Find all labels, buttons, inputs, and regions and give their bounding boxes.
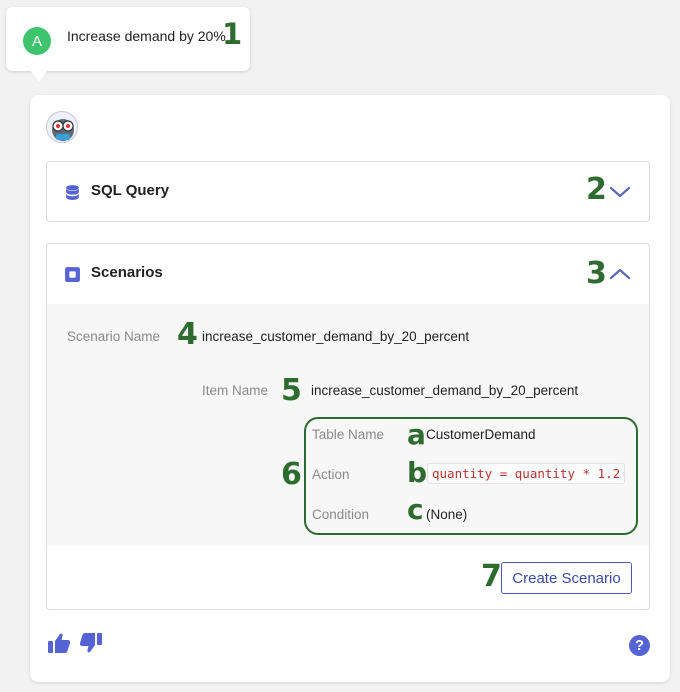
condition-label: Condition <box>312 507 370 522</box>
table-name-value: CustomerDemand <box>426 427 536 442</box>
item-name-value: increase_customer_demand_by_20_percent <box>311 383 579 398</box>
chevron-down-icon[interactable] <box>609 184 631 200</box>
scenarios-title: Scenarios <box>91 264 163 281</box>
user-avatar: A <box>23 27 51 55</box>
annotation-4: 4 <box>177 317 198 352</box>
annotation-a: a <box>407 418 426 451</box>
scenario-name-value: increase_customer_demand_by_20_percent <box>202 329 470 344</box>
table-name-label: Table Name <box>312 427 385 442</box>
scenario-icon <box>65 267 80 282</box>
action-label: Action <box>312 467 350 482</box>
help-icon[interactable]: ? <box>629 635 650 656</box>
assistant-response-card: SQL Query Scenarios Scenario Name increa… <box>30 95 670 682</box>
sql-query-panel: SQL Query <box>46 161 650 222</box>
scenarios-body: Scenario Name increase_customer_demand_b… <box>47 304 649 546</box>
annotation-b: b <box>407 456 428 489</box>
bot-avatar-icon <box>46 111 78 143</box>
annotation-c: c <box>407 493 424 526</box>
annotation-7: 7 <box>481 559 502 594</box>
sql-query-header[interactable]: SQL Query <box>47 162 649 222</box>
thumbs-down-icon[interactable] <box>79 632 103 654</box>
condition-value: (None) <box>426 507 468 522</box>
user-message-text: Increase demand by 20% <box>67 28 226 44</box>
scenarios-header[interactable]: Scenarios <box>47 244 649 304</box>
item-name-label: Item Name <box>202 383 269 398</box>
scenario-name-label: Scenario Name <box>67 329 161 344</box>
annotation-1: 1 <box>222 17 243 51</box>
annotation-5: 5 <box>281 373 302 408</box>
user-message-bubble: A Increase demand by 20% <box>6 7 250 82</box>
thumbs-up-icon[interactable] <box>47 632 71 654</box>
action-value-code: quantity = quantity * 1.2 <box>427 463 626 484</box>
annotation-2: 2 <box>586 172 607 207</box>
create-scenario-button[interactable]: Create Scenario <box>501 562 632 594</box>
chevron-up-icon[interactable] <box>609 266 631 282</box>
annotation-6: 6 <box>281 457 302 492</box>
annotation-3: 3 <box>586 256 607 291</box>
scenarios-panel: Scenarios Scenario Name increase_custome… <box>46 243 650 610</box>
database-icon <box>66 185 79 200</box>
sql-query-title: SQL Query <box>91 182 170 199</box>
